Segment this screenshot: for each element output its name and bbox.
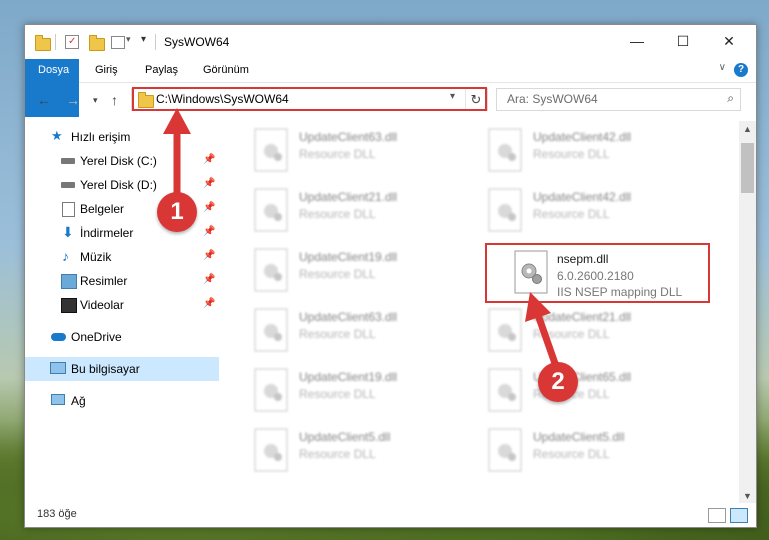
annotation-arrows <box>163 108 562 374</box>
step-1-badge: 1 <box>157 192 197 232</box>
step-2-badge: 2 <box>538 362 578 402</box>
